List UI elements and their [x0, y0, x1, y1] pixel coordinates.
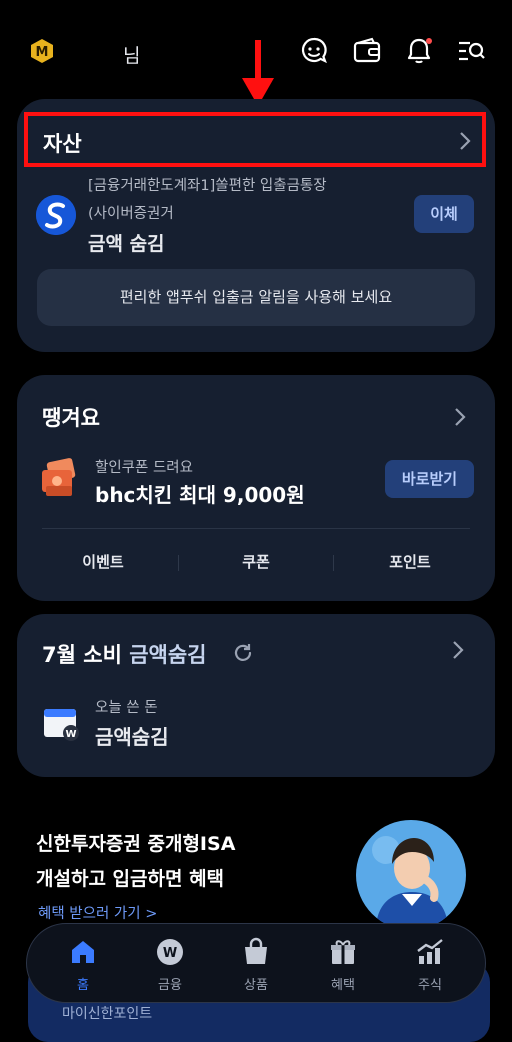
menu-search-icon[interactable]	[456, 36, 486, 66]
account-name[interactable]: [금융거래한도계좌1]쏠편한 입출금통장	[88, 174, 327, 195]
get-coupon-button[interactable]: 바로받기	[385, 460, 474, 498]
spending-title[interactable]: 7월 소비 금액숨김	[42, 639, 206, 669]
tab-event[interactable]: 이벤트	[53, 551, 153, 572]
coupon-icon	[38, 456, 80, 500]
spending-amount-hidden: 금액숨김	[129, 643, 207, 667]
separator	[178, 555, 179, 571]
nav-label: 금융	[158, 978, 182, 993]
assets-header-highlight[interactable]: 자산	[24, 112, 486, 167]
svg-text:M: M	[36, 45, 49, 60]
today-spent-label: 오늘 쓴 돈	[95, 700, 158, 716]
membership-badge-icon[interactable]: M	[29, 38, 55, 64]
today-spent-amount[interactable]: 금액숨김	[95, 721, 169, 750]
tab-coupon[interactable]: 쿠폰	[206, 551, 306, 572]
account-bank: (사이버증권거	[88, 206, 174, 222]
svg-text:W: W	[163, 946, 177, 961]
next-card-title: 마이신한포인트	[62, 1006, 153, 1022]
nav-label: 홈	[77, 978, 89, 993]
promo-line-2: 개설하고 입금하면 혜택	[36, 868, 225, 890]
divider	[42, 528, 470, 529]
nav-finance[interactable]: W 금융	[140, 936, 200, 993]
chevron-right-icon[interactable]	[458, 130, 472, 152]
chatbot-icon[interactable]	[299, 36, 329, 66]
spending-card: 7월 소비 금액숨김 W 오늘 쓴 돈 금액숨김	[17, 614, 495, 777]
account-balance[interactable]: 금액 숨김	[88, 229, 165, 256]
wallet-icon[interactable]	[352, 36, 382, 66]
promo-link[interactable]: 혜택 받으러 가기 >	[38, 902, 157, 923]
home-icon	[72, 941, 94, 963]
nav-label: 주식	[418, 978, 442, 993]
ddaengyeoyo-card: 땡겨요 할인쿠폰 드려요 bhc치킨 최대 9,000원 바로받기 이벤트 쿠폰…	[17, 375, 495, 601]
push-alert-banner[interactable]: 편리한 앱푸쉬 입출금 알림을 사용해 보세요	[37, 269, 475, 326]
annotation-arrow-icon	[240, 40, 276, 108]
tab-point[interactable]: 포인트	[360, 551, 460, 572]
assets-card: 자산 [금융거래한도계좌1]쏠편한 입출금통장 (사이버증권거 금액 숨김 이체…	[17, 99, 495, 352]
promo-line-1: 신한투자증권 중개형ISA	[36, 833, 236, 855]
nav-label: 상품	[244, 978, 268, 993]
ddaengyeoyo-title[interactable]: 땡겨요	[42, 402, 100, 432]
refresh-icon[interactable]	[231, 641, 255, 665]
chevron-right-icon[interactable]	[453, 406, 467, 428]
shopping-bag-icon	[245, 937, 267, 964]
separator	[333, 555, 334, 571]
assets-title: 자산	[43, 132, 82, 156]
bottom-navigation: 홈 W 금융 상품 혜택 주식	[26, 923, 486, 1003]
nav-products[interactable]: 상품	[226, 936, 286, 993]
calendar-won-icon: W	[43, 705, 81, 743]
shinhan-logo-icon	[36, 195, 76, 235]
coupon-title[interactable]: bhc치킨 최대 9,000원	[95, 479, 305, 508]
gift-icon	[331, 940, 355, 964]
nav-label: 혜택	[331, 978, 355, 993]
new-notification-dot	[426, 38, 432, 44]
coupon-subtitle: 할인쿠폰 드려요	[95, 460, 193, 476]
chevron-right-icon[interactable]	[451, 639, 465, 661]
won-coin-icon: W	[157, 939, 183, 965]
nav-stocks[interactable]: 주식	[400, 936, 460, 993]
stock-chart-icon	[417, 939, 443, 964]
notification-bell-icon[interactable]	[404, 36, 434, 66]
svg-text:W: W	[65, 729, 76, 740]
nav-home[interactable]: 홈	[53, 936, 113, 993]
spending-month-label: 7월 소비	[42, 643, 122, 667]
promo-model-image[interactable]	[356, 820, 466, 930]
user-greeting: 님	[123, 45, 141, 67]
transfer-button[interactable]: 이체	[414, 195, 474, 233]
nav-benefits[interactable]: 혜택	[313, 936, 373, 993]
